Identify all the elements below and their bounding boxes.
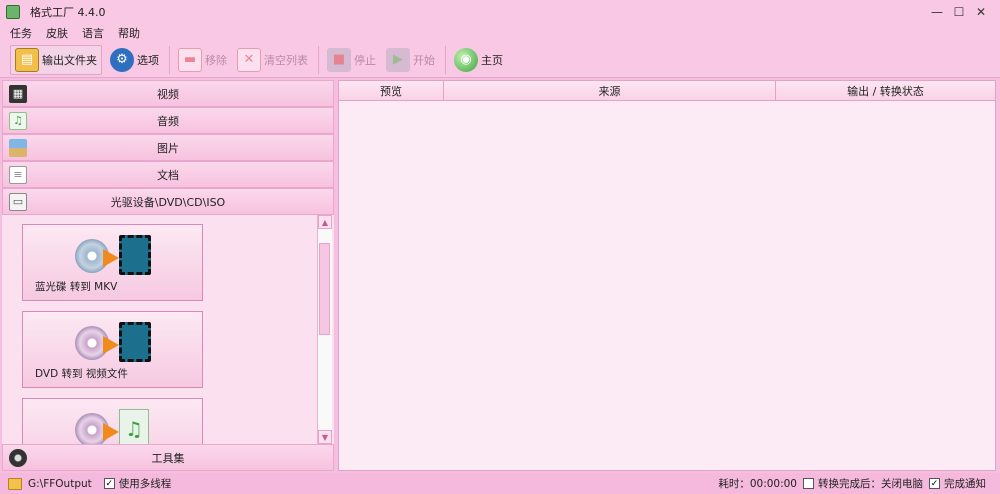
after-convert-label: 转换完成后：关闭电脑 <box>818 478 923 490</box>
cd-to-audio-icon: ♫ <box>75 409 155 444</box>
clear-list-button[interactable]: ✕ 清空列表 <box>235 45 310 75</box>
start-button[interactable]: ▶ 开始 <box>384 45 437 75</box>
output-folder-label: 输出文件夹 <box>42 53 97 67</box>
status-right: 耗时：00:00:00 转换完成后：关闭电脑 ✓ 完成通知 <box>718 473 986 494</box>
folder-icon: ▤ <box>15 47 39 72</box>
maximize-button[interactable]: ☐ <box>948 2 970 22</box>
close-button[interactable]: ✕ <box>970 2 992 22</box>
category-label: 音频 <box>157 114 179 128</box>
after-convert-checkbox[interactable] <box>803 478 814 489</box>
clear-list-label: 清空列表 <box>264 53 308 67</box>
category-picture[interactable]: 图片 <box>2 134 334 161</box>
remove-button[interactable]: ▬ 移除 <box>176 45 229 75</box>
notify-checkbox[interactable]: ✓ <box>929 478 940 489</box>
menu-task[interactable]: 任务 <box>10 25 32 41</box>
category-label: 文档 <box>157 168 179 182</box>
window-controls: — ☐ ✕ <box>926 2 992 22</box>
menu-help[interactable]: 帮助 <box>118 25 140 41</box>
task-label: DVD 转到 视频文件 <box>35 368 128 380</box>
menu-language[interactable]: 语言 <box>82 25 104 41</box>
after-convert-option[interactable]: 转换完成后：关闭电脑 <box>803 476 923 491</box>
stop-button[interactable]: ■ 停止 <box>325 45 378 75</box>
task-label: 蓝光碟 转到 MKV <box>35 281 118 293</box>
window-title: 格式工厂 4.4.0 <box>30 6 106 19</box>
column-preview[interactable]: 预览 <box>339 81 444 100</box>
category-video[interactable]: ▦ 视频 <box>2 80 334 107</box>
home-button[interactable]: ◉ 主页 <box>452 45 505 75</box>
start-icon: ▶ <box>386 47 410 72</box>
start-label: 开始 <box>413 53 435 67</box>
status-bar: G:\FFOutput ✓ 使用多线程 耗时：00:00:00 转换完成后：关闭… <box>0 473 1000 494</box>
category-list: ▦ 视频 ♫ 音频 图片 ≡ 文档 ▭ 光驱设备\DVD\CD\ISO <box>2 80 334 215</box>
options-button[interactable]: ⚙ 选项 <box>108 45 161 75</box>
column-source[interactable]: 来源 <box>444 81 776 100</box>
notify-label: 完成通知 <box>944 478 986 490</box>
stop-icon: ■ <box>327 47 351 72</box>
task-dvd-to-video[interactable]: DVD 转到 视频文件 <box>22 311 203 388</box>
category-document[interactable]: ≡ 文档 <box>2 161 334 188</box>
home-globe-icon: ◉ <box>454 47 478 72</box>
output-folder-button[interactable]: ▤ 输出文件夹 <box>10 44 102 75</box>
category-label: 光驱设备\DVD\CD\ISO <box>110 195 226 209</box>
app-icon <box>6 5 20 19</box>
multithread-checkbox[interactable]: ✓ <box>103 478 115 489</box>
toolbar-separator <box>169 45 170 74</box>
scroll-thumb[interactable] <box>319 243 330 335</box>
task-list: 蓝光碟 转到 MKV DVD 转到 视频文件 ♫ ▲ ▼ <box>2 215 334 444</box>
output-path[interactable]: G:\FFOutput <box>28 478 92 490</box>
home-label: 主页 <box>481 53 503 67</box>
clear-list-icon: ✕ <box>237 47 261 72</box>
task-grid: 预览 来源 输出 / 转换状态 <box>338 80 996 471</box>
task-scrollbar[interactable]: ▲ ▼ <box>317 215 332 444</box>
task-bluray-to-mkv[interactable]: 蓝光碟 转到 MKV <box>22 224 203 301</box>
category-optical-drive[interactable]: ▭ 光驱设备\DVD\CD\ISO <box>2 188 334 215</box>
multithread-label: 使用多线程 <box>118 478 172 490</box>
title-bar: 格式工厂 4.4.0 — ☐ ✕ <box>0 0 1000 24</box>
options-gear-icon: ⚙ <box>110 47 134 72</box>
options-label: 选项 <box>137 53 159 67</box>
scroll-down-icon[interactable]: ▼ <box>318 430 332 444</box>
notify-option[interactable]: ✓ 完成通知 <box>929 476 986 491</box>
toolbar-separator <box>445 45 446 74</box>
dvd-to-video-icon <box>75 322 155 364</box>
scroll-track[interactable] <box>318 229 332 430</box>
category-label: 视频 <box>157 87 179 101</box>
folder-icon[interactable] <box>8 477 22 490</box>
multithread-option[interactable]: ✓ 使用多线程 <box>103 476 172 491</box>
task-cd-to-audio[interactable]: ♫ <box>22 398 203 444</box>
minimize-button[interactable]: — <box>926 2 948 22</box>
toolbar: ▤ 输出文件夹 ⚙ 选项 ▬ 移除 ✕ 清空列表 ■ 停止 ▶ 开始 ◉ 主页 <box>0 42 1000 78</box>
scroll-up-icon[interactable]: ▲ <box>318 215 332 229</box>
category-audio[interactable]: ♫ 音频 <box>2 107 334 134</box>
menu-bar: 任务 皮肤 语言 帮助 <box>0 24 1000 42</box>
remove-label: 移除 <box>205 53 227 67</box>
tools-label: 工具集 <box>151 451 185 465</box>
bluray-to-video-icon <box>75 235 155 277</box>
category-tools[interactable]: 工具集 <box>2 444 334 471</box>
category-panel: ▦ 视频 ♫ 音频 图片 ≡ 文档 ▭ 光驱设备\DVD\CD\ISO 蓝光碟 … <box>2 80 334 471</box>
toolbar-separator <box>318 45 319 74</box>
menu-skin[interactable]: 皮肤 <box>46 25 68 41</box>
remove-icon: ▬ <box>178 47 202 72</box>
stop-label: 停止 <box>354 53 376 67</box>
elapsed-time: 耗时：00:00:00 <box>718 478 797 490</box>
grid-header: 预览 来源 输出 / 转换状态 <box>339 81 995 101</box>
column-output-status[interactable]: 输出 / 转换状态 <box>776 81 995 100</box>
category-label: 图片 <box>157 141 179 155</box>
